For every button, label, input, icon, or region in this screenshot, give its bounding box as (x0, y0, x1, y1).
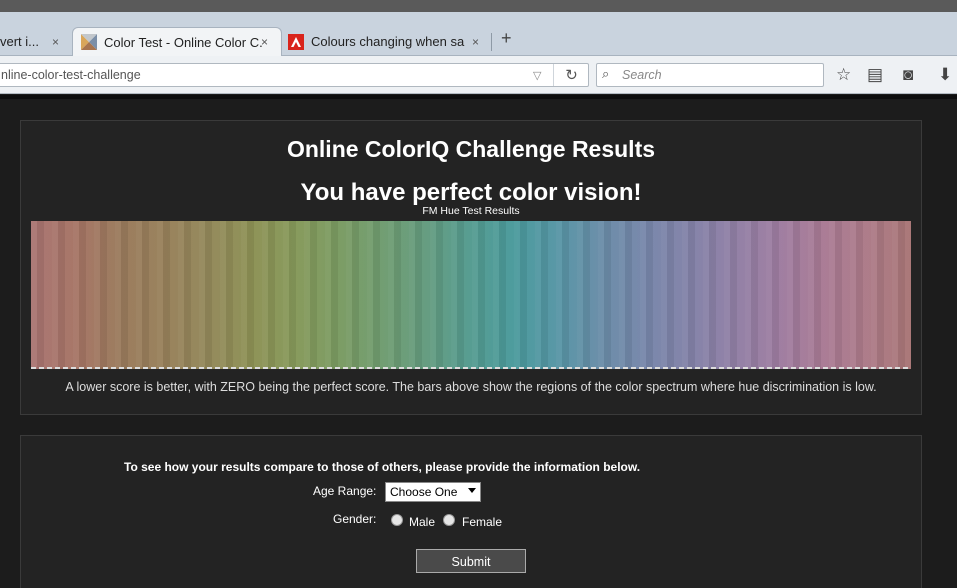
tab-previous[interactable]: vert i... × (0, 27, 70, 56)
download-icon[interactable]: ⬇ (938, 65, 952, 85)
reload-icon[interactable]: ↻ (553, 64, 589, 86)
close-icon[interactable]: × (472, 35, 479, 49)
colortest-favicon-icon (81, 34, 97, 50)
age-range-label: Age Range: (313, 484, 377, 498)
score-explanation: A lower score is better, with ZERO being… (65, 380, 877, 394)
gender-female-label[interactable]: Female (462, 515, 502, 529)
pocket-icon[interactable]: ◙ (903, 65, 913, 85)
age-range-value: Choose One (390, 485, 458, 499)
bookmark-star-icon[interactable]: ☆ (836, 65, 851, 85)
tab-color-test[interactable]: Color Test - Online Color C... × (72, 27, 282, 56)
demographics-form-panel: To see how your results compare to those… (20, 435, 922, 588)
url-text: nline-color-test-challenge (1, 68, 141, 82)
spectrum-baseline (31, 367, 911, 369)
hue-spectrum-chart (31, 221, 911, 369)
chart-title: FM Hue Test Results (422, 205, 520, 217)
gender-male-radio[interactable] (391, 514, 403, 526)
gender-male-label[interactable]: Male (409, 515, 435, 529)
chevron-down-icon (468, 488, 476, 493)
close-icon[interactable]: × (261, 35, 268, 49)
reading-list-icon[interactable]: ▤ (867, 65, 883, 85)
gender-female-radio[interactable] (443, 514, 455, 526)
tab-label: vert i... (0, 34, 40, 49)
navigation-bar: nline-color-test-challenge ▽ ↻ ⌕ Search … (0, 56, 957, 94)
form-intro: To see how your results compare to those… (124, 460, 641, 474)
age-range-select[interactable]: Choose One (385, 482, 481, 502)
tab-bar: vert i... × Color Test - Online Color C.… (0, 12, 957, 56)
close-icon[interactable]: × (52, 35, 59, 49)
url-bar[interactable]: nline-color-test-challenge ▽ ↻ (0, 63, 589, 87)
submit-button[interactable]: Submit (416, 549, 526, 573)
result-verdict: You have perfect color vision! (300, 179, 642, 206)
tab-label: Color Test - Online Color C... (104, 34, 262, 50)
search-input[interactable]: ⌕ Search (596, 63, 824, 87)
page-divider (0, 95, 957, 99)
search-placeholder: Search (622, 68, 662, 82)
results-panel: Online ColorIQ Challenge Results You hav… (20, 120, 922, 415)
spectrum-bars (31, 221, 911, 369)
tab-colours-changing[interactable]: Colours changing when sa... × (288, 27, 488, 56)
page-title: Online ColorIQ Challenge Results (286, 136, 656, 162)
gender-label: Gender: (333, 512, 377, 526)
adobe-favicon-icon (288, 33, 304, 50)
window-top-strip (0, 0, 957, 12)
tab-separator (491, 33, 492, 51)
search-icon: ⌕ (602, 66, 610, 81)
tab-label: Colours changing when sa... (311, 34, 465, 49)
new-tab-button[interactable]: + (501, 28, 512, 49)
url-history-dropdown-icon[interactable]: ▽ (533, 69, 541, 82)
